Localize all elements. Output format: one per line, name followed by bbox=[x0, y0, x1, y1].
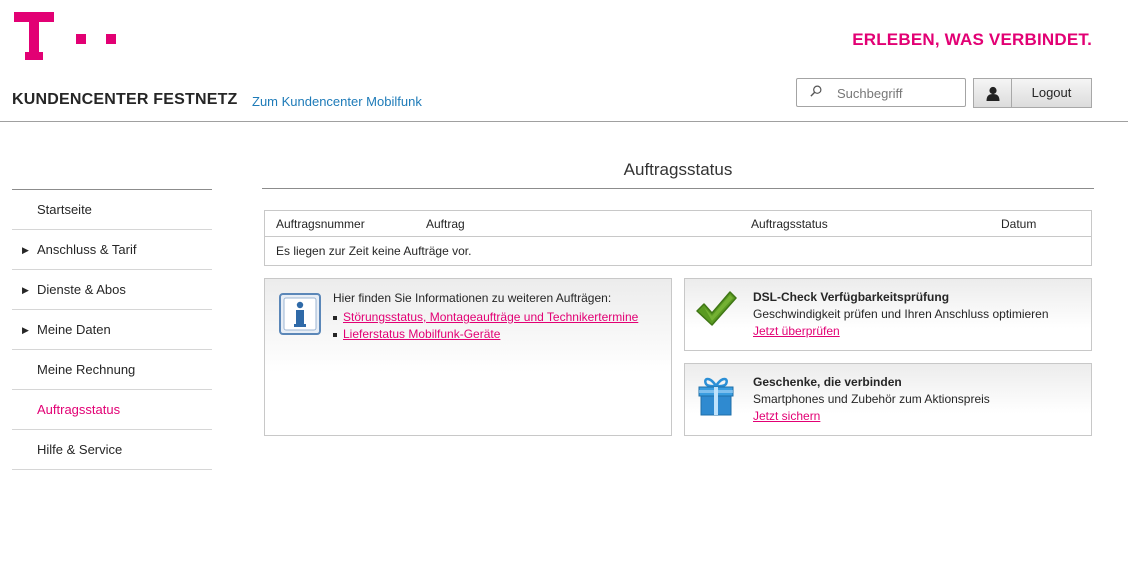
info-icon bbox=[279, 293, 321, 335]
checkmark-icon bbox=[696, 291, 737, 326]
sidebar-item-meine-daten[interactable]: ▶ Meine Daten bbox=[12, 310, 212, 350]
sidebar-item-auftragsstatus[interactable]: Auftragsstatus bbox=[12, 390, 212, 430]
expand-arrow-icon: ▶ bbox=[22, 285, 29, 295]
sidebar-item-label: Anschluss & Tarif bbox=[37, 242, 137, 257]
stoerungsstatus-link[interactable]: Störungsstatus, Montageaufträge und Tech… bbox=[343, 310, 638, 324]
gift-icon bbox=[698, 377, 734, 416]
sidebar-item-hilfe-service[interactable]: Hilfe & Service bbox=[12, 430, 212, 470]
sidebar-item-label: Meine Daten bbox=[37, 322, 111, 337]
user-icon bbox=[986, 86, 1000, 101]
list-item: Störungsstatus, Montageaufträge und Tech… bbox=[333, 309, 638, 326]
orders-table: Auftragsnummer Auftrag Auftragsstatus Da… bbox=[264, 210, 1092, 266]
promo-title: Geschenke, die verbinden bbox=[753, 375, 902, 389]
jetzt-ueberpruefen-link[interactable]: Jetzt überprüfen bbox=[753, 324, 840, 338]
sidebar-nav: Startseite ▶ Anschluss & Tarif ▶ Dienste & A… bbox=[12, 189, 212, 470]
expand-arrow-icon: ▶ bbox=[22, 325, 29, 335]
search-input[interactable] bbox=[837, 84, 959, 102]
sidebar-item-startseite[interactable]: Startseite bbox=[12, 190, 212, 230]
info-box: Hier finden Sie Informationen zu weitere… bbox=[264, 278, 672, 436]
promo-text: Smartphones und Zubehör zum Aktionspreis bbox=[753, 392, 990, 406]
title-divider bbox=[262, 188, 1094, 189]
table-header-row: Auftragsnummer Auftrag Auftragsstatus Da… bbox=[265, 211, 1091, 237]
column-header-auftrag: Auftrag bbox=[426, 217, 465, 231]
sidebar-item-meine-rechnung[interactable]: Meine Rechnung bbox=[12, 350, 212, 390]
page-title: Auftragsstatus bbox=[623, 160, 733, 179]
logo-t-foot bbox=[25, 52, 43, 60]
dsl-check-promo: DSL-Check Verfügbarkeitsprüfung Geschwin… bbox=[684, 278, 1092, 351]
list-item: Lieferstatus Mobilfunk-Geräte bbox=[333, 326, 638, 343]
logo-dot bbox=[76, 34, 86, 44]
sidebar-item-label: Auftragsstatus bbox=[37, 402, 121, 417]
sidebar-item-label: Startseite bbox=[37, 202, 92, 217]
jetzt-sichern-link[interactable]: Jetzt sichern bbox=[753, 409, 820, 423]
expand-arrow-icon: ▶ bbox=[22, 245, 29, 255]
info-link-list: Störungsstatus, Montageaufträge und Tech… bbox=[333, 309, 638, 343]
sidebar-item-dienste-abos[interactable]: ▶ Dienste & Abos bbox=[12, 270, 212, 310]
promo-text: Geschwindigkeit prüfen und Ihren Anschlu… bbox=[753, 307, 1049, 321]
lieferstatus-link[interactable]: Lieferstatus Mobilfunk-Geräte bbox=[343, 327, 500, 341]
header-divider bbox=[0, 121, 1128, 122]
column-header-auftragsstatus: Auftragsstatus bbox=[751, 217, 828, 231]
search-box[interactable] bbox=[796, 78, 966, 107]
column-header-auftragsnummer: Auftragsnummer bbox=[276, 217, 365, 231]
sidebar-item-label: Hilfe & Service bbox=[37, 442, 123, 457]
brand-slogan: ERLEBEN, WAS VERBINDET. bbox=[852, 30, 1092, 49]
empty-table-message: Es liegen zur Zeit keine Aufträge vor. bbox=[276, 244, 472, 258]
promo-title: DSL-Check Verfügbarkeitsprüfung bbox=[753, 290, 950, 304]
sidebar-item-label: Dienste & Abos bbox=[37, 282, 126, 297]
logout-button[interactable]: Logout bbox=[1011, 78, 1092, 108]
user-button[interactable] bbox=[973, 78, 1012, 108]
mobilfunk-link[interactable]: Zum Kundencenter Mobilfunk bbox=[252, 94, 422, 109]
geschenke-promo: Geschenke, die verbinden Smartphones und… bbox=[684, 363, 1092, 436]
sidebar-item-label: Meine Rechnung bbox=[37, 362, 136, 377]
column-header-datum: Datum bbox=[1001, 217, 1037, 231]
portal-title: KUNDENCENTER FESTNETZ bbox=[12, 91, 238, 108]
logo-dot bbox=[106, 34, 116, 44]
info-intro-text: Hier finden Sie Informationen zu weitere… bbox=[333, 291, 612, 305]
telekom-logo[interactable] bbox=[14, 12, 120, 62]
sidebar-item-anschluss-tarif[interactable]: ▶ Anschluss & Tarif bbox=[12, 230, 212, 270]
search-icon bbox=[810, 85, 822, 97]
